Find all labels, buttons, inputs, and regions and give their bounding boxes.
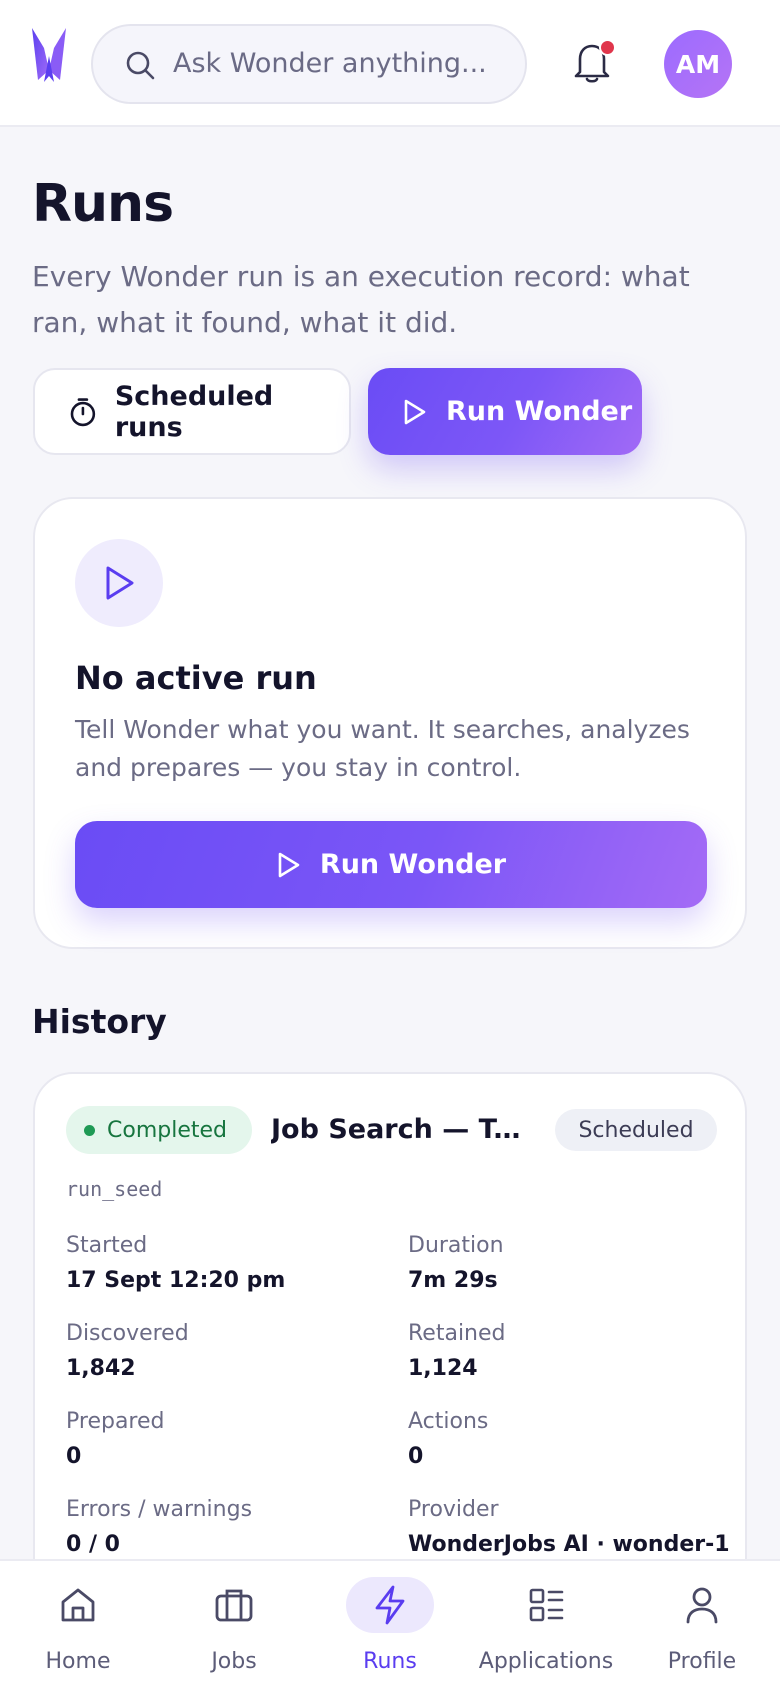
play-icon [278, 852, 300, 877]
search-placeholder[interactable]: Ask Wonder anything... [173, 48, 487, 79]
lightning-icon [375, 1585, 405, 1625]
field-actions: Actions 0 [408, 1409, 728, 1469]
field-label: Errors / warnings [66, 1497, 253, 1522]
field-label: Prepared [66, 1409, 165, 1434]
field-value: 0 [408, 1444, 424, 1469]
wonder-logo-icon[interactable] [30, 26, 68, 84]
field-discovered: Discovered 1,842 [66, 1321, 386, 1381]
run-wonder-card-button[interactable]: Run Wonder [75, 821, 707, 908]
lightning-icon-wrap [346, 1577, 434, 1633]
field-label: Provider [408, 1497, 499, 1522]
run-id: run_seed [66, 1177, 163, 1201]
briefcase-icon [215, 1589, 253, 1622]
field-provider: Provider WonderJobs AI · wonder-1 [408, 1497, 730, 1557]
nav-label: Home [45, 1649, 111, 1674]
field-prepared: Prepared 0 [66, 1409, 386, 1469]
search-bar[interactable]: Ask Wonder anything... [91, 24, 527, 104]
stopwatch-icon [70, 397, 96, 426]
field-label: Duration [408, 1233, 504, 1258]
active-run-card: No active run Tell Wonder what you want.… [33, 497, 747, 949]
search-icon [126, 51, 155, 80]
status-label: Completed [107, 1117, 227, 1143]
field-label: Retained [408, 1321, 506, 1346]
nav-item-runs[interactable]: Runs [312, 1561, 468, 1688]
field-duration: Duration 7m 29s [408, 1233, 728, 1293]
status-badge: Completed [66, 1106, 252, 1154]
field-retained: Retained 1,124 [408, 1321, 728, 1381]
run-wonder-card-label: Run Wonder [319, 849, 507, 880]
home-icon [61, 1588, 95, 1622]
field-label: Actions [408, 1409, 489, 1434]
field-value: 7m 29s [408, 1268, 498, 1293]
nav-label: Applications [478, 1649, 614, 1674]
grid-list-icon-wrap [502, 1577, 590, 1633]
play-icon [404, 399, 426, 424]
field-errors-warnings: Errors / warnings 0 / 0 [66, 1497, 386, 1557]
page-description: Every Wonder run is an execution record:… [32, 260, 690, 339]
run-wonder-label: Run Wonder [446, 396, 633, 427]
grid-list-icon [529, 1588, 564, 1622]
run-name[interactable]: Job Search — Tec... [271, 1114, 535, 1145]
avatar[interactable]: AM [664, 30, 732, 98]
nav-label: Runs [363, 1649, 417, 1674]
top-header: Ask Wonder anything... AM [0, 0, 780, 127]
nav-label: Jobs [211, 1649, 257, 1674]
schedule-badge: Scheduled [555, 1109, 717, 1151]
field-label: Started [66, 1233, 148, 1258]
field-label: Discovered [66, 1321, 189, 1346]
bottom-nav: Home Jobs Runs Applications Profile [0, 1559, 780, 1688]
status-dot [84, 1124, 95, 1136]
field-value: 1,842 [66, 1356, 136, 1381]
field-value: 1,124 [408, 1356, 478, 1381]
notification-dot [599, 39, 616, 56]
home-icon-wrap [34, 1577, 122, 1633]
play-icon [106, 566, 134, 600]
history-title: History [32, 1002, 167, 1041]
play-badge [75, 539, 163, 627]
scheduled-runs-label: Scheduled runs [114, 380, 274, 443]
scheduled-runs-button[interactable]: Scheduled runs [33, 368, 351, 455]
nav-item-jobs[interactable]: Jobs [156, 1561, 312, 1688]
field-value: 0 / 0 [66, 1532, 120, 1557]
page-title: Runs [32, 174, 174, 234]
user-icon-wrap [658, 1577, 746, 1633]
nav-item-home[interactable]: Home [0, 1561, 156, 1688]
field-value: 17 Sept 12:20 pm [66, 1268, 286, 1293]
active-run-title: No active run [75, 659, 317, 697]
user-icon [686, 1587, 718, 1624]
field-started: Started 17 Sept 12:20 pm [66, 1233, 386, 1293]
nav-item-profile[interactable]: Profile [624, 1561, 780, 1688]
field-value: WonderJobs AI · wonder-1 [408, 1532, 730, 1557]
active-run-description: Tell Wonder what you want. It searches, … [75, 715, 690, 782]
nav-label: Profile [667, 1649, 737, 1674]
run-wonder-button[interactable]: Run Wonder [368, 368, 642, 455]
briefcase-icon-wrap [190, 1577, 278, 1633]
nav-item-applications[interactable]: Applications [468, 1561, 624, 1688]
field-value: 0 [66, 1444, 82, 1469]
